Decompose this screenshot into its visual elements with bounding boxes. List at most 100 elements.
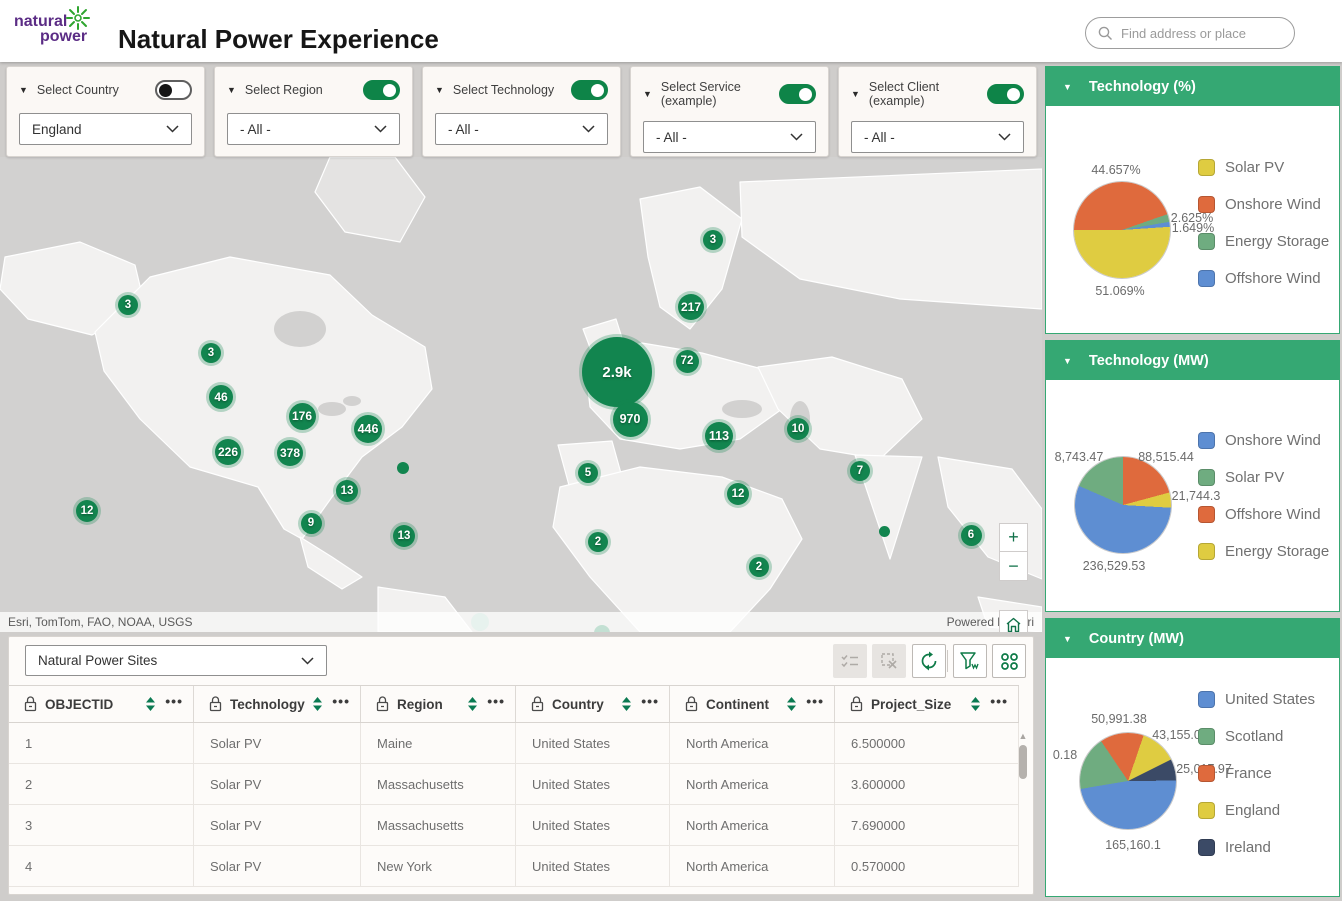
map-cluster-3[interactable]: 3 xyxy=(201,343,221,363)
panel-header[interactable]: ▼ Technology (MW) xyxy=(1046,341,1339,380)
map-cluster-13[interactable]: 13 xyxy=(393,525,415,547)
map-cluster-13[interactable]: 13 xyxy=(336,480,358,502)
legend-item[interactable]: Offshore Wind xyxy=(1198,270,1329,287)
legend-item[interactable]: Offshore Wind xyxy=(1198,506,1329,523)
legend-item[interactable]: France xyxy=(1198,765,1315,782)
column-header-technology[interactable]: Technology••• xyxy=(194,686,361,722)
map-cluster-113[interactable]: 113 xyxy=(705,422,733,450)
legend-item[interactable]: United States xyxy=(1198,691,1315,708)
filter-by-extent-button[interactable] xyxy=(953,644,987,678)
collapse-triangle-icon[interactable]: ▼ xyxy=(1063,634,1072,644)
map-cluster-12[interactable]: 12 xyxy=(727,483,749,505)
filter-select[interactable]: - All - xyxy=(643,121,816,153)
map-cluster-72[interactable]: 72 xyxy=(676,350,699,373)
table-actions-button[interactable] xyxy=(992,644,1026,678)
column-menu-icon[interactable]: ••• xyxy=(332,693,350,709)
sort-icon[interactable] xyxy=(971,697,980,711)
table-row[interactable]: 4Solar PVNew YorkUnited StatesNorth Amer… xyxy=(9,846,1019,887)
layer-selector[interactable]: Natural Power Sites xyxy=(25,645,327,676)
column-header-project_size[interactable]: Project_Size••• xyxy=(835,686,1019,722)
map-cluster-378[interactable]: 378 xyxy=(277,440,303,466)
column-header-country[interactable]: Country••• xyxy=(516,686,670,722)
map-cluster-6[interactable]: 6 xyxy=(961,525,982,546)
legend-item[interactable]: Onshore Wind xyxy=(1198,196,1329,213)
filter-select[interactable]: - All - xyxy=(851,121,1024,153)
map-cluster-10[interactable]: 10 xyxy=(787,418,809,440)
pie-chart[interactable] xyxy=(1075,457,1171,553)
legend-item[interactable]: Energy Storage xyxy=(1198,543,1329,560)
map-point[interactable] xyxy=(879,526,890,537)
clear-selection-button[interactable] xyxy=(872,644,906,678)
map-cluster-3[interactable]: 3 xyxy=(118,295,138,315)
pie-chart[interactable] xyxy=(1074,182,1170,278)
column-header-objectid[interactable]: OBJECTID••• xyxy=(9,686,194,722)
address-search[interactable] xyxy=(1085,17,1295,49)
legend-item[interactable]: Ireland xyxy=(1198,839,1315,856)
legend-item[interactable]: Scotland xyxy=(1198,728,1315,745)
map-cluster-3[interactable]: 3 xyxy=(703,230,723,250)
sort-icon[interactable] xyxy=(313,697,322,711)
map-cluster-7[interactable]: 7 xyxy=(850,461,870,481)
zoom-in-button[interactable]: + xyxy=(999,523,1028,552)
map-cluster-226[interactable]: 226 xyxy=(215,439,241,465)
table-row[interactable]: 3Solar PVMassachusettsUnited StatesNorth… xyxy=(9,805,1019,846)
sort-icon[interactable] xyxy=(146,697,155,711)
zoom-out-button[interactable]: − xyxy=(999,552,1028,581)
map-cluster-446[interactable]: 446 xyxy=(354,415,382,443)
filter-toggle[interactable] xyxy=(571,80,608,100)
home-extent-button[interactable] xyxy=(999,610,1028,632)
map-cluster-12[interactable]: 12 xyxy=(76,500,98,522)
map-cluster-2[interactable]: 2 xyxy=(588,532,608,552)
column-menu-icon[interactable]: ••• xyxy=(641,693,659,709)
map-cluster-970[interactable]: 970 xyxy=(613,402,648,437)
filter-select[interactable]: England xyxy=(19,113,192,145)
filter-toggle[interactable] xyxy=(363,80,400,100)
map-cluster-2.9k[interactable]: 2.9k xyxy=(582,337,652,407)
collapse-triangle-icon[interactable]: ▼ xyxy=(1063,82,1072,92)
table-row[interactable]: 1Solar PVMaineUnited StatesNorth America… xyxy=(9,723,1019,764)
map-cluster-176[interactable]: 176 xyxy=(289,403,316,430)
map-cluster-9[interactable]: 9 xyxy=(301,513,322,534)
sort-icon[interactable] xyxy=(468,697,477,711)
column-menu-icon[interactable]: ••• xyxy=(165,693,183,709)
legend-item[interactable]: England xyxy=(1198,802,1315,819)
table-row[interactable]: 2Solar PVMassachusettsUnited StatesNorth… xyxy=(9,764,1019,805)
legend-item[interactable]: Energy Storage xyxy=(1198,233,1329,250)
legend-item[interactable]: Solar PV xyxy=(1198,469,1329,486)
pie-chart[interactable] xyxy=(1080,733,1176,829)
panel-header[interactable]: ▼ Technology (%) xyxy=(1046,67,1339,106)
column-menu-icon[interactable]: ••• xyxy=(990,693,1008,709)
scroll-up-arrow[interactable]: ▲ xyxy=(1017,731,1029,741)
column-header-continent[interactable]: Continent••• xyxy=(670,686,835,722)
legend-item[interactable]: Solar PV xyxy=(1198,159,1329,176)
collapse-triangle-icon[interactable]: ▼ xyxy=(19,85,28,95)
map-cluster-46[interactable]: 46 xyxy=(209,385,233,409)
collapse-triangle-icon[interactable]: ▼ xyxy=(851,89,860,99)
filter-select[interactable]: - All - xyxy=(435,113,608,145)
column-header-region[interactable]: Region••• xyxy=(361,686,516,722)
table-scrollbar[interactable]: ▲ ▼ xyxy=(1017,731,1029,889)
panel-header[interactable]: ▼ Country (MW) xyxy=(1046,619,1339,658)
collapse-triangle-icon[interactable]: ▼ xyxy=(435,85,444,95)
collapse-triangle-icon[interactable]: ▼ xyxy=(227,85,236,95)
refresh-button[interactable] xyxy=(912,644,946,678)
filter-toggle[interactable] xyxy=(987,84,1024,104)
column-menu-icon[interactable]: ••• xyxy=(806,693,824,709)
map-cluster-217[interactable]: 217 xyxy=(678,294,704,320)
map-cluster-2[interactable]: 2 xyxy=(749,557,769,577)
show-selection-button[interactable] xyxy=(833,644,867,678)
world-map[interactable]: Esri, TomTom, FAO, NOAA, USGS Powered by… xyxy=(0,157,1042,632)
sort-icon[interactable] xyxy=(622,697,631,711)
filter-select[interactable]: - All - xyxy=(227,113,400,145)
scrollbar-thumb[interactable] xyxy=(1019,745,1027,779)
map-cluster-5[interactable]: 5 xyxy=(578,463,598,483)
column-menu-icon[interactable]: ••• xyxy=(487,693,505,709)
legend-item[interactable]: Onshore Wind xyxy=(1198,432,1329,449)
sort-icon[interactable] xyxy=(787,697,796,711)
collapse-triangle-icon[interactable]: ▼ xyxy=(1063,356,1072,366)
collapse-triangle-icon[interactable]: ▼ xyxy=(643,89,652,99)
filter-toggle[interactable] xyxy=(155,80,192,100)
map-point[interactable] xyxy=(397,462,409,474)
filter-toggle[interactable] xyxy=(779,84,816,104)
search-input[interactable] xyxy=(1121,26,1281,41)
